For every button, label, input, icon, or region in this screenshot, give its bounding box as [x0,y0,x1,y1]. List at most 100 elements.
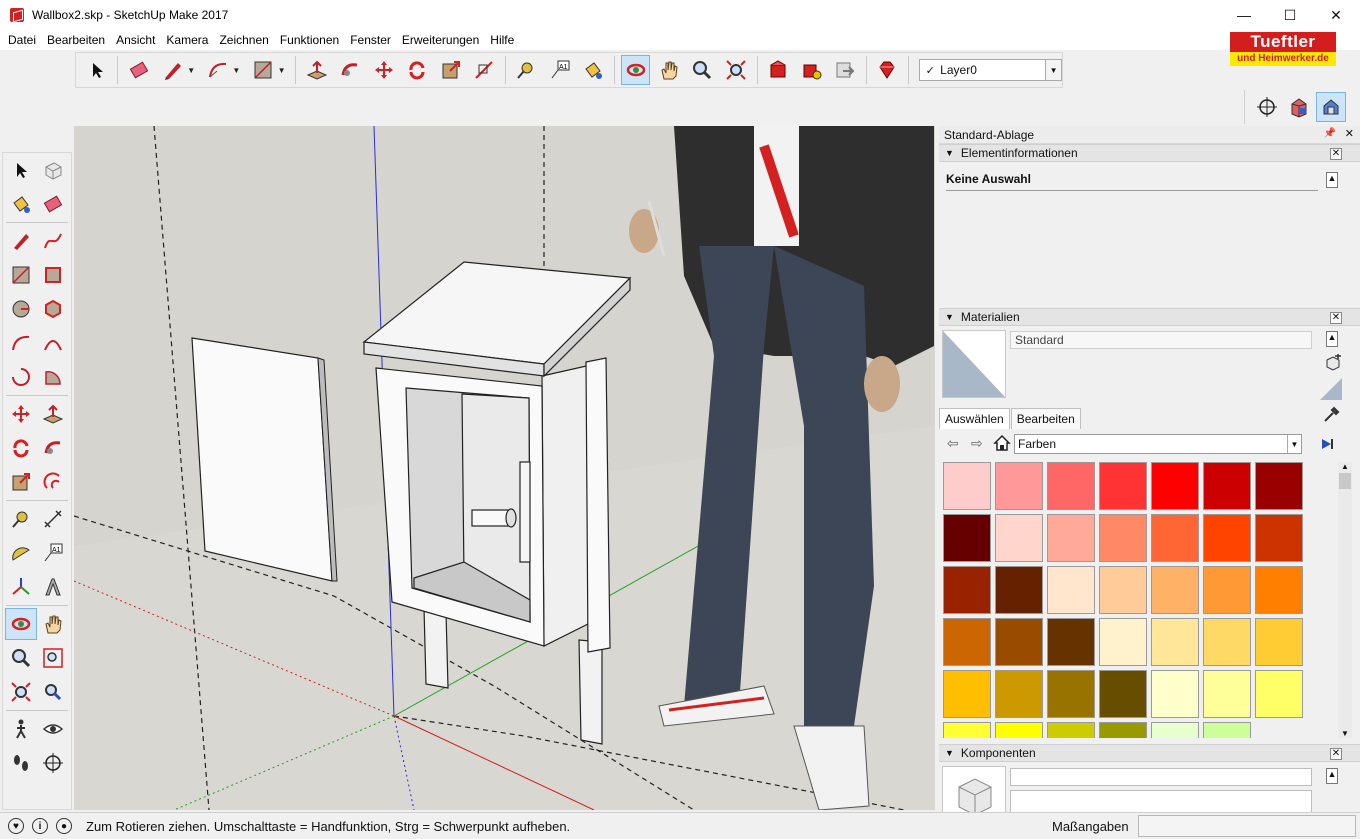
material-swatch[interactable] [1203,566,1251,614]
material-swatch[interactable] [1099,514,1147,562]
material-swatch[interactable] [1255,670,1303,718]
collapse-triangle-icon[interactable]: ▼ [945,148,954,158]
zoom-extents-button[interactable] [721,55,750,85]
warehouse-button[interactable] [764,55,793,85]
material-swatch[interactable] [1255,566,1303,614]
menu-hilfe[interactable]: Hilfe [485,33,520,47]
collapse-triangle-icon[interactable]: ▼ [945,312,954,322]
menu-zeichnen[interactable]: Zeichnen [214,33,274,47]
details-arrow-icon[interactable] [1319,436,1335,452]
component-name-field[interactable] [1010,768,1312,786]
material-swatch[interactable] [1047,514,1095,562]
left-move-button[interactable] [5,398,37,430]
left-footprints-button[interactable] [5,747,37,779]
left-tape-measure-button[interactable] [5,503,37,535]
top-view-button[interactable] [1316,92,1346,122]
offset-tool-button[interactable] [469,55,498,85]
minimize-button[interactable]: — [1221,0,1267,30]
material-swatch[interactable] [1203,462,1251,510]
left-dimension-button[interactable] [37,503,69,535]
layer-dropdown-icon[interactable]: ▼ [1045,60,1062,80]
position-camera-button[interactable] [1252,92,1282,122]
measurements-input[interactable] [1138,815,1356,837]
material-swatch[interactable] [1151,670,1199,718]
material-library-select[interactable]: Farben ▼ [1014,434,1302,454]
component-details-toggle-icon[interactable]: ▲ [1326,768,1338,784]
left-scale-button[interactable] [5,466,37,498]
menu-bearbeiten[interactable]: Bearbeiten [42,33,111,47]
left-position-camera-button[interactable] [37,747,69,779]
left-2pt-arc-button[interactable] [37,327,69,359]
left-polygon-button[interactable] [37,293,69,325]
left-protractor-button[interactable] [5,537,37,569]
share-component-button[interactable] [797,55,826,85]
left-look-around-button[interactable] [37,713,69,745]
forward-arrow-icon[interactable]: ⇨ [971,435,983,452]
material-swatch[interactable] [943,566,991,614]
left-eraser-button[interactable] [37,188,69,220]
material-swatch[interactable] [995,566,1043,614]
close-button[interactable]: ✕ [1313,0,1359,30]
extension-manager-button[interactable] [873,55,902,85]
select-tool-button[interactable] [82,55,111,85]
left-rotate-button[interactable] [5,432,37,464]
user-account-icon[interactable]: ● [56,818,72,834]
material-swatch[interactable] [1047,618,1095,666]
left-paint-button[interactable] [5,188,37,220]
left-3d-text-button[interactable] [37,571,69,603]
material-swatch[interactable] [995,462,1043,510]
material-swatch[interactable] [995,514,1043,562]
material-swatch[interactable] [1099,722,1147,738]
scroll-down-icon[interactable]: ▼ [1338,729,1352,738]
material-swatch[interactable] [1151,618,1199,666]
components-header[interactable]: ▼ Komponenten ✕ [939,744,1360,762]
back-arrow-icon[interactable]: ⇦ [947,435,959,452]
library-dropdown-icon[interactable]: ▼ [1287,435,1301,453]
move-tool-button[interactable] [369,55,398,85]
text-tool-button[interactable]: A1 [545,55,574,85]
follow-me-tool-button[interactable] [336,55,365,85]
shape-dropdown-icon[interactable]: ▼ [278,66,288,75]
extension-warehouse-button[interactable] [830,55,859,85]
left-line-button[interactable] [5,225,37,257]
left-walk-button[interactable] [5,713,37,745]
scale-tool-button[interactable] [436,55,465,85]
left-rectangle-button[interactable] [5,259,37,291]
swatch-scrollbar[interactable]: ▲ ▼ [1338,462,1352,738]
left-zoom-extents-button[interactable] [5,676,37,708]
left-zoom-button[interactable] [5,642,37,674]
paint-bucket-button[interactable] [579,55,608,85]
material-swatch[interactable] [1047,722,1095,738]
material-swatch[interactable] [943,670,991,718]
left-pan-button[interactable] [37,608,69,640]
rotate-tool-button[interactable] [403,55,432,85]
left-follow-me-button[interactable] [37,432,69,464]
material-swatch[interactable] [1151,462,1199,510]
left-zoom-window-button[interactable] [37,642,69,674]
material-swatch[interactable] [1099,618,1147,666]
tab-auswaehlen[interactable]: Auswählen [939,408,1010,429]
material-swatch[interactable] [1255,618,1303,666]
zoom-tool-button[interactable] [688,55,717,85]
left-select-button[interactable] [5,154,37,186]
material-swatch[interactable] [1151,566,1199,614]
material-swatch[interactable] [1047,566,1095,614]
left-previous-view-button[interactable] [37,676,69,708]
material-swatch[interactable] [1099,566,1147,614]
material-swatch[interactable] [1151,514,1199,562]
left-arc-button[interactable] [5,327,37,359]
maximize-button[interactable]: ☐ [1267,0,1313,30]
scroll-up-icon[interactable]: ▲ [1338,462,1352,471]
material-swatch[interactable] [1203,722,1251,738]
material-swatch[interactable] [1255,514,1303,562]
material-swatch[interactable] [995,670,1043,718]
left-circle-button[interactable] [5,293,37,325]
material-swatch[interactable] [943,722,991,738]
left-pie-button[interactable] [37,361,69,393]
eyedropper-icon[interactable] [1322,406,1340,424]
menu-erweiterungen[interactable]: Erweiterungen [397,33,485,47]
scroll-thumb[interactable] [1339,473,1351,489]
component-description-field[interactable] [1010,790,1312,814]
modeling-viewport[interactable] [74,126,935,810]
iso-view-button[interactable] [1284,92,1314,122]
